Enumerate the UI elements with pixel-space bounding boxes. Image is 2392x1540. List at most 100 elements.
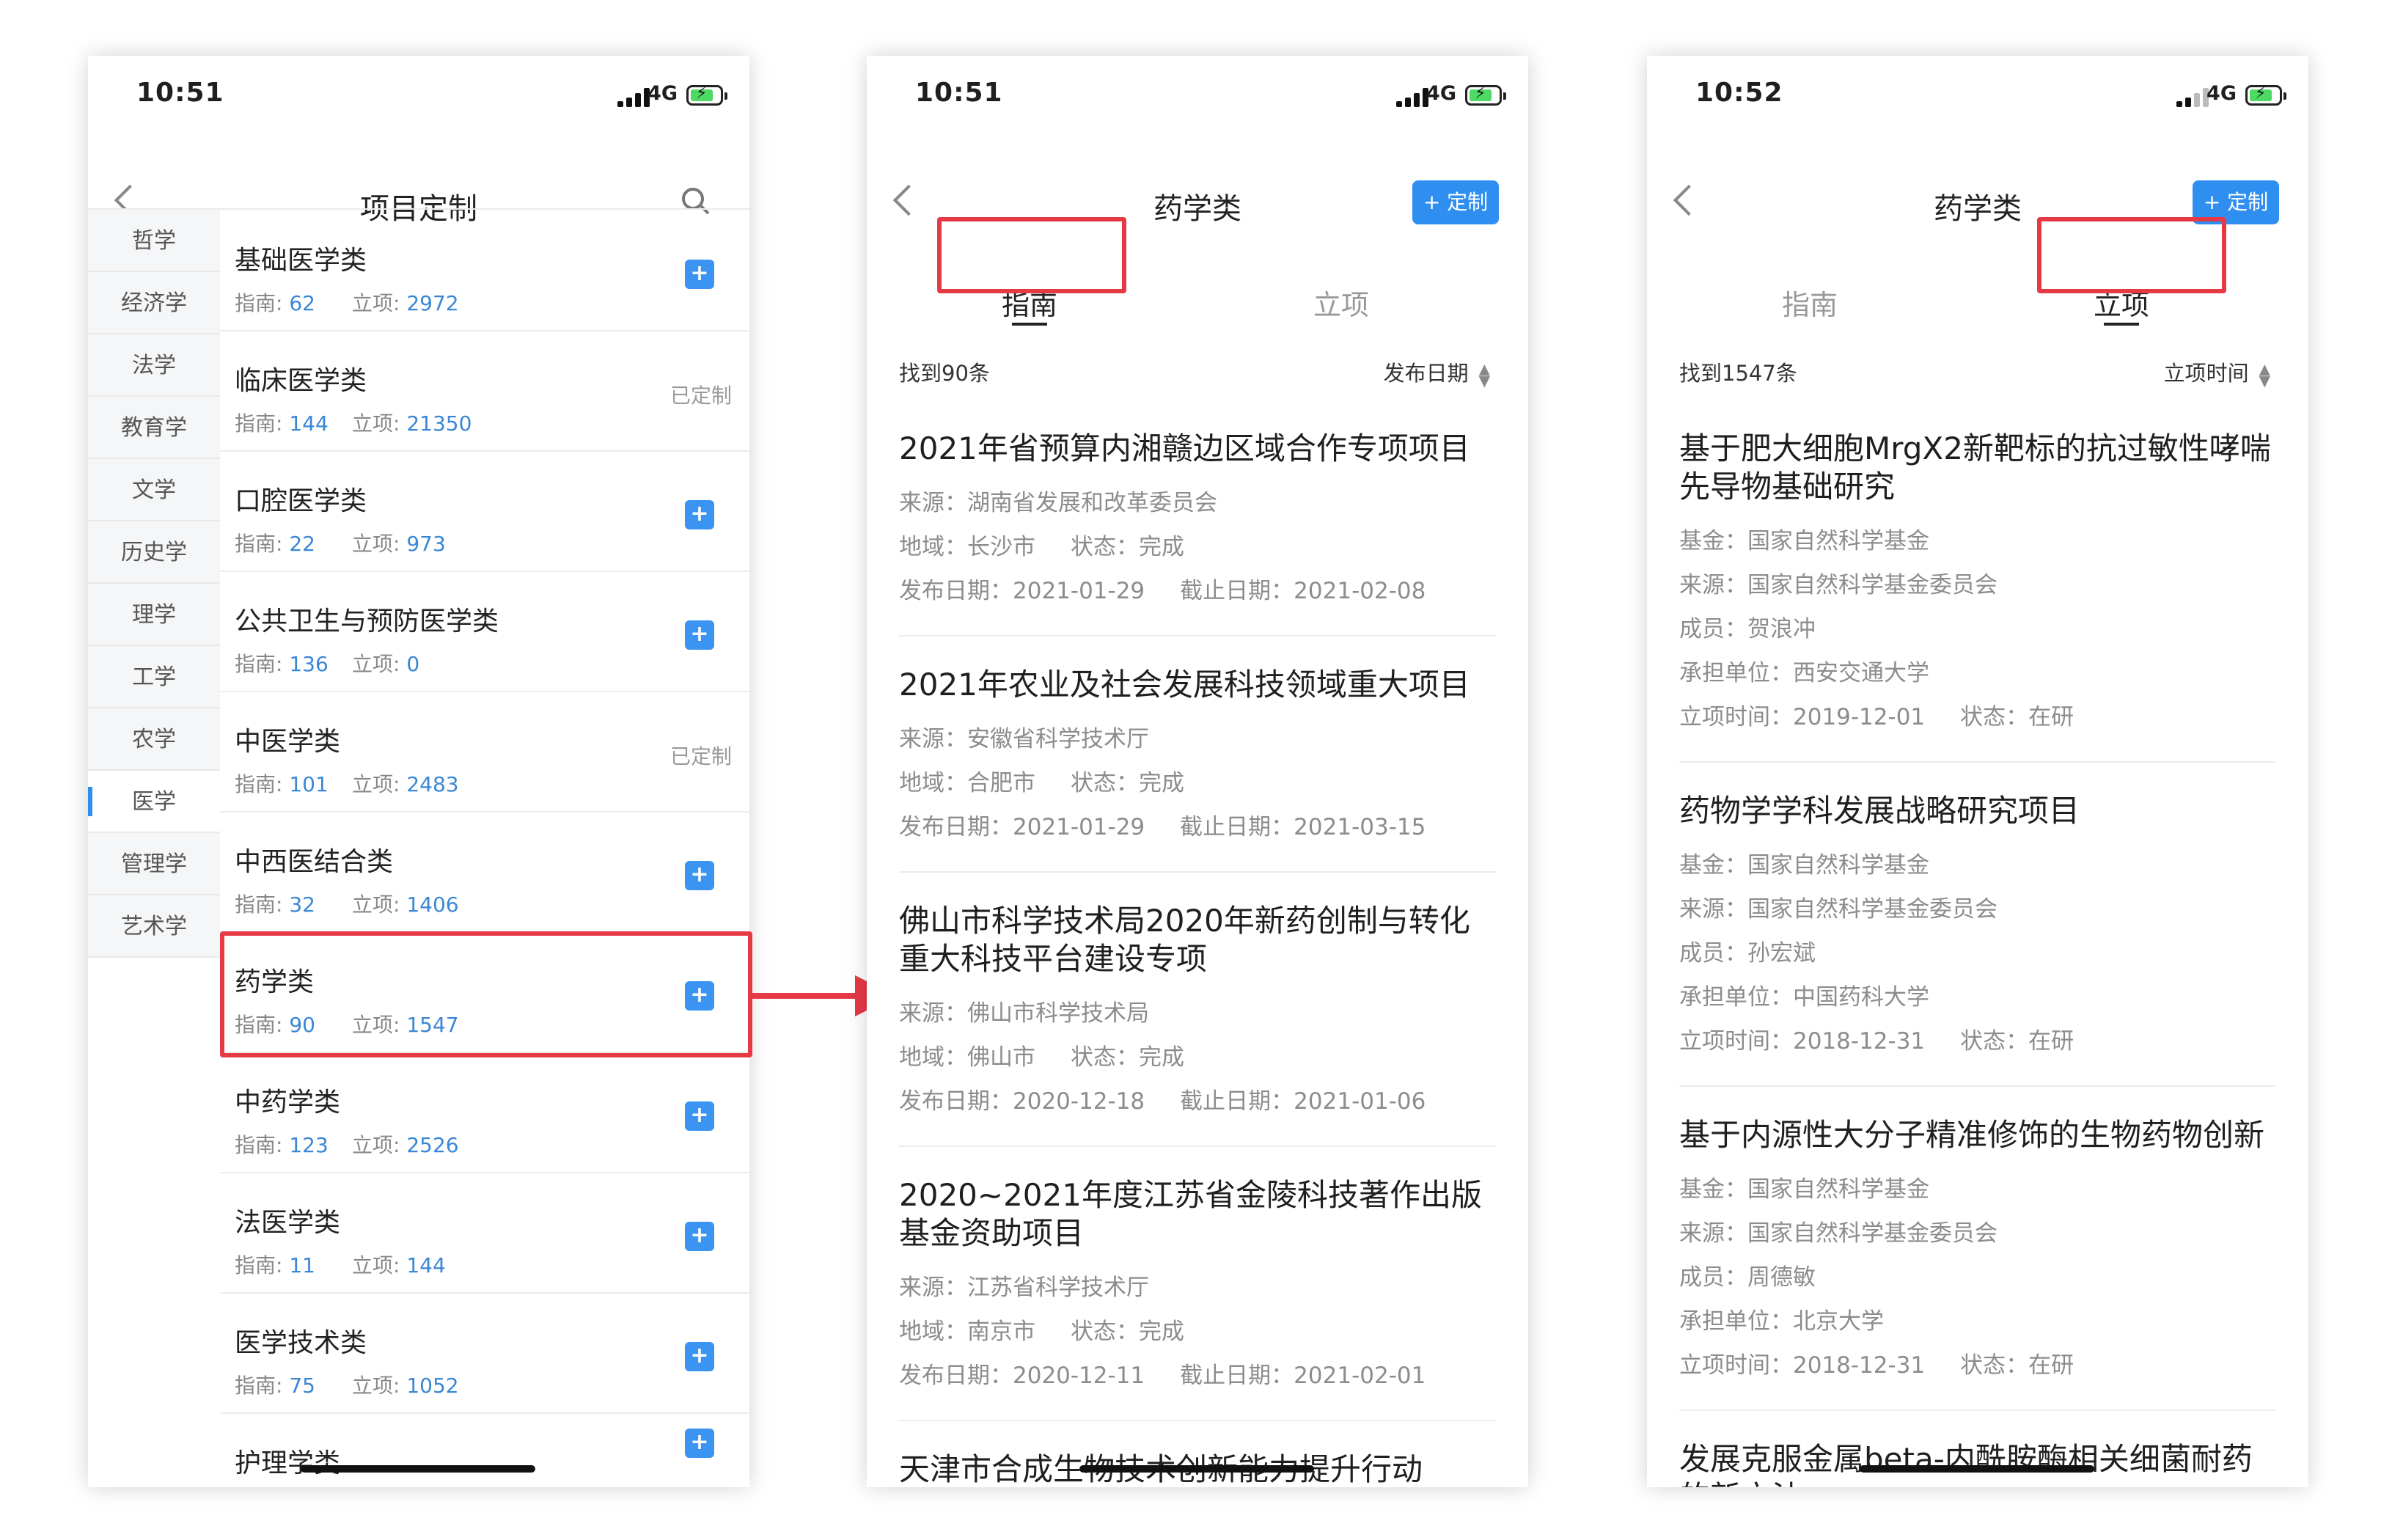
add-plus-icon[interactable]: +	[685, 1429, 714, 1458]
add-plus-icon[interactable]: +	[685, 260, 714, 289]
category-row[interactable]: 临床医学类 指南: 144 立项: 21350 已定制	[220, 331, 749, 452]
project-list-item[interactable]: 药物学学科发展战略研究项目 基金：国家自然科学基金 来源：国家自然科学基金委员会 成员…	[1679, 763, 2276, 1087]
sort-by-project-time[interactable]: 立项时间 ▲ ▼	[2164, 356, 2270, 388]
home-indicator[interactable]	[301, 1465, 535, 1473]
home-indicator[interactable]	[1860, 1465, 2094, 1473]
category-row[interactable]: 公共卫生与预防医学类 指南: 136 立项: 0 +	[220, 572, 749, 692]
sidebar-item[interactable]: 理学	[88, 584, 220, 646]
project-label: 立项:	[352, 1253, 400, 1277]
item-dates: 发布日期：2021-01-29 截止日期：2021-03-15	[899, 805, 1496, 849]
category-name: 公共卫生与预防医学类	[235, 606, 499, 637]
item-title: 基于内源性大分子精准修饰的生物药物创新	[1679, 1117, 2265, 1153]
tab-project[interactable]: 立项	[1253, 273, 1429, 337]
category-row[interactable]: 法医学类 指南: 11 立项: 144 +	[220, 1173, 749, 1294]
signal-icon	[2176, 88, 2209, 107]
guide-list-item[interactable]: 2021年省预算内湘赣边区域合作专项项目 来源：湖南省发展和改革委员会 地域：长沙市…	[899, 400, 1496, 637]
home-indicator[interactable]	[1079, 1465, 1314, 1473]
status-time: 10:51	[915, 78, 1003, 108]
search-icon[interactable]	[682, 188, 704, 210]
category-name: 基础医学类	[235, 246, 367, 276]
item-publish-date: 发布日期：2021-01-29	[899, 814, 1145, 840]
status-time: 10:52	[1695, 78, 1783, 108]
project-list-item[interactable]: 基于内源性大分子精准修饰的生物药物创新 基金：国家自然科学基金 来源：国家自然科学基…	[1679, 1087, 2276, 1411]
project-label: 立项:	[352, 532, 400, 556]
item-title: 佛山市科学技术局2020年新药创制与转化重大科技平台建设专项	[899, 903, 1470, 977]
sidebar-item[interactable]: 艺术学	[88, 895, 220, 958]
add-plus-icon[interactable]: +	[685, 1222, 714, 1251]
sort-by-publish-date[interactable]: 发布日期 ▲ ▼	[1384, 356, 1490, 389]
item-status: 状态：完成	[1071, 1319, 1184, 1345]
add-plus-icon[interactable]: +	[685, 861, 714, 890]
add-plus-icon[interactable]: +	[685, 1342, 714, 1371]
guide-label: 指南:	[235, 411, 283, 436]
item-status: 状态：完成	[1071, 770, 1184, 796]
guide-label: 指南:	[235, 1253, 283, 1277]
category-row[interactable]: 中药学类 指南: 123 立项: 2526 +	[220, 1053, 749, 1173]
guide-list-item[interactable]: 2021年农业及社会发展科技领域重大项目 来源：安徽省科学技术厅 地域：合肥市 状态：…	[899, 637, 1496, 873]
sidebar-item[interactable]: 历史学	[88, 521, 220, 584]
category-row[interactable]: 中西医结合类 指南: 32 立项: 1406 +	[220, 813, 749, 933]
signal-icon	[617, 88, 650, 107]
item-time-status: 立项时间：2018-12-31 状态：在研	[1679, 1019, 2276, 1063]
phone-screen-category-customize: 10:51 4G ⚡ 项目定制 哲学 经济学 法学 教育学 文学 历史学 理学 工学 农学 医学管…	[88, 56, 749, 1487]
category-name: 中医学类	[235, 727, 341, 757]
tab-guide-label: 指南	[1001, 289, 1057, 321]
item-member: 成员：周德敏	[1679, 1264, 1816, 1291]
guide-list-item[interactable]: 2020~2021年度江苏省金陵科技著作出版基金资助项目 来源：江苏省科学技术厅地…	[899, 1147, 1496, 1421]
guide-label: 指南:	[235, 291, 283, 315]
customized-label: 已定制	[669, 744, 732, 769]
sidebar-item[interactable]: 工学	[88, 646, 220, 708]
sidebar-item[interactable]: 医学	[88, 771, 220, 833]
item-title: 发展克服金属beta-内酰胺酶相关细菌耐药的新方法	[1679, 1441, 2253, 1487]
guide-label: 指南:	[235, 1133, 283, 1157]
sidebar-item[interactable]: 管理学	[88, 833, 220, 895]
project-label: 立项:	[352, 652, 400, 676]
category-row[interactable]: 医学技术类 指南: 75 立项: 1052 +	[220, 1294, 749, 1414]
guide-value: 11	[289, 1253, 315, 1277]
project-label: 立项:	[352, 772, 400, 796]
project-count: 立项: 2526	[352, 1129, 459, 1159]
sidebar-item[interactable]: 教育学	[88, 397, 220, 459]
category-row[interactable]: 口腔医学类 指南: 22 立项: 973 +	[220, 452, 749, 572]
project-value: 144	[406, 1253, 446, 1277]
sidebar-item[interactable]: 经济学	[88, 272, 220, 334]
sort-arrows-icon: ▲ ▼	[1478, 360, 1490, 389]
sidebar-item[interactable]: 哲学	[88, 210, 220, 272]
project-count: 立项: 1406	[352, 889, 459, 918]
guide-list-item[interactable]: 佛山市科学技术局2020年新药创制与转化重大科技平台建设专项 来源：佛山市科学技术…	[899, 873, 1496, 1147]
signal-icon	[1396, 88, 1428, 107]
category-row[interactable]: 护理学类 +	[220, 1414, 749, 1487]
sidebar-item[interactable]: 文学	[88, 459, 220, 521]
item-unit: 承担单位：中国药科大学	[1679, 984, 1929, 1011]
project-value: 0	[406, 652, 420, 676]
customize-button[interactable]: + 定制	[1412, 180, 1499, 224]
add-plus-icon[interactable]: +	[685, 500, 714, 529]
add-plus-icon[interactable]: +	[685, 620, 714, 650]
item-time-status: 立项时间：2018-12-31 状态：在研	[1679, 1343, 2276, 1387]
guide-list-item[interactable]: 天津市合成生物技术创新能力提升行动2020年度科技攻关任务申报指南	[899, 1421, 1496, 1487]
item-time-status: 立项时间：2019-12-01 状态：在研	[1679, 695, 2276, 739]
item-dates: 发布日期：2021-01-29 截止日期：2021-02-08	[899, 569, 1496, 613]
category-name: 护理学类	[235, 1448, 341, 1478]
add-plus-icon[interactable]: +	[685, 1101, 714, 1131]
status-time: 10:51	[136, 78, 224, 108]
project-list-item[interactable]: 发展克服金属beta-内酰胺酶相关细菌耐药的新方法	[1679, 1411, 2276, 1487]
item-status: 状态：在研	[1960, 1352, 2074, 1379]
project-list-item[interactable]: 基于肥大细胞MrgX2新靶标的抗过敏性哮喘先导物基础研究 基金：国家自然科学基金来…	[1679, 400, 2276, 763]
category-row[interactable]: 中医学类 指南: 101 立项: 2483 已定制	[220, 692, 749, 813]
sidebar-item[interactable]: 农学	[88, 708, 220, 771]
project-count: 立项: 0	[352, 648, 419, 678]
tab-guide[interactable]: 指南	[1722, 273, 1898, 337]
item-publish-date: 发布日期：2021-01-29	[899, 578, 1145, 604]
item-source: 来源：安徽省科学技术厅	[899, 726, 1149, 752]
item-deadline: 截止日期：2021-03-15	[1180, 814, 1426, 840]
tab-project-label: 立项	[2093, 289, 2149, 321]
category-row[interactable]: 基础医学类 指南: 62 立项: 2972 +	[220, 211, 749, 331]
item-project-time: 立项时间：2018-12-31	[1679, 1352, 1926, 1379]
sidebar-item[interactable]: 法学	[88, 334, 220, 397]
item-title: 药物学学科发展战略研究项目	[1679, 793, 2080, 829]
result-count: 找到1547条	[1679, 361, 1797, 386]
status-bar: 10:51 4G ⚡	[88, 56, 749, 136]
guide-label: 指南:	[235, 652, 283, 676]
item-region-status: 地域：佛山市 状态：完成	[899, 1035, 1496, 1079]
